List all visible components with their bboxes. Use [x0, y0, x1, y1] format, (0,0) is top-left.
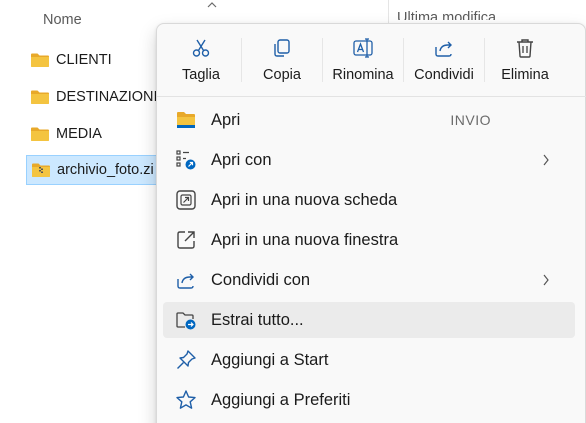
menu-item-aggiungi-preferiti[interactable]: Aggiungi a Preferiti [163, 382, 575, 418]
menu-item-apri-nuova-scheda[interactable]: Apri in una nuova scheda [163, 182, 575, 218]
file-name: CLIENTI [56, 52, 112, 68]
file-row-media[interactable]: MEDIA [26, 119, 166, 149]
menu-item-apri-con[interactable]: Apri con [163, 142, 575, 178]
zip-folder-icon [32, 163, 50, 177]
extract-all-icon [176, 312, 196, 330]
context-menu: Taglia Copia Rinomina Condividi Elimina … [156, 23, 586, 423]
file-name: MEDIA [56, 126, 102, 142]
scissors-icon [192, 39, 210, 57]
copy-icon [274, 39, 290, 57]
rename-icon [353, 38, 373, 58]
file-row-clienti[interactable]: CLIENTI [26, 45, 166, 75]
pin-icon [177, 350, 196, 369]
folder-icon [31, 53, 49, 67]
folder-icon [31, 90, 49, 104]
file-name: archivio_foto.zi [57, 162, 154, 178]
new-tab-icon [176, 190, 196, 210]
context-menu-toolbar: Taglia Copia Rinomina Condividi Elimina [157, 24, 586, 90]
column-header-modified[interactable]: Ultima modifica [397, 10, 527, 20]
menu-item-apri-nuova-finestra[interactable]: Apri in una nuova finestra [163, 222, 575, 258]
file-row-destinazioni[interactable]: DESTINAZIONI [26, 82, 166, 112]
menu-item-aggiungi-start[interactable]: Aggiungi a Start [163, 342, 575, 378]
share-with-icon [177, 273, 194, 289]
file-row-archivio-foto[interactable]: archivio_foto.zi [26, 155, 166, 185]
folder-icon [31, 127, 49, 141]
chevron-right-icon [543, 154, 549, 166]
rename-button[interactable]: Rinomina [323, 28, 403, 88]
delete-button[interactable]: Elimina [485, 28, 565, 88]
menu-item-apri[interactable]: Apri INVIO [163, 102, 575, 138]
copy-button[interactable]: Copia [242, 28, 322, 88]
keyboard-shortcut: INVIO [450, 112, 491, 128]
menu-item-condividi-con[interactable]: Condividi con [163, 262, 575, 298]
menu-item-estrai-tutto[interactable]: Estrai tutto... [163, 302, 575, 338]
star-icon [176, 390, 196, 409]
column-header-name[interactable]: Nome [43, 12, 82, 28]
chevron-right-icon [543, 274, 549, 286]
open-with-icon [176, 150, 196, 170]
sort-ascending-icon [207, 2, 217, 8]
new-window-icon [177, 231, 195, 249]
share-button[interactable]: Condividi [404, 28, 484, 88]
menu-divider [157, 96, 586, 97]
cut-button[interactable]: Taglia [161, 28, 241, 88]
share-icon [435, 41, 452, 57]
trash-icon [517, 39, 533, 58]
folder-open-icon [177, 112, 195, 128]
file-name: DESTINAZIONI [56, 89, 158, 105]
